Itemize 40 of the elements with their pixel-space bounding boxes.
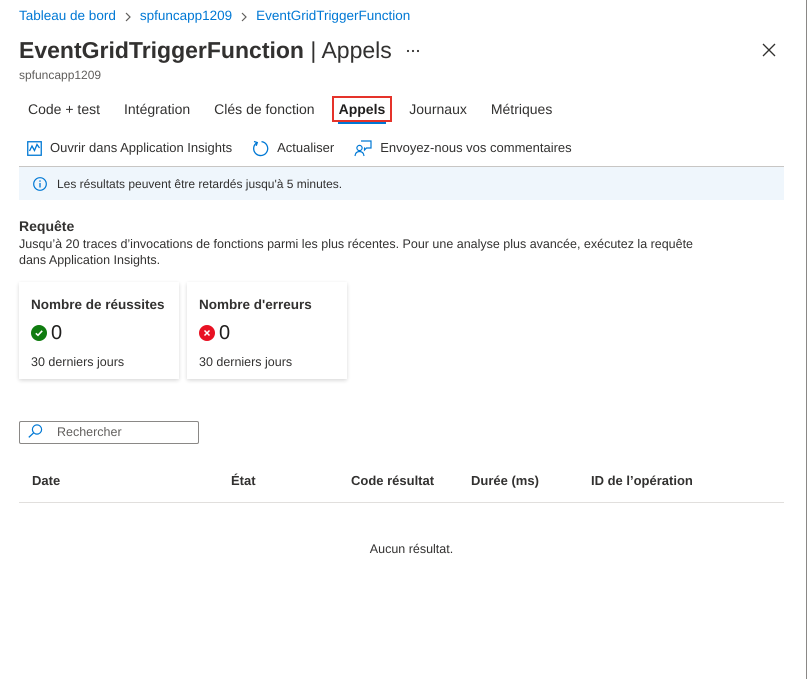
card-period: 30 derniers jours (31, 354, 124, 370)
toolbar-button[interactable]: Actualiser (252, 138, 334, 158)
page-title: EventGridTriggerFunction | Appels (19, 36, 392, 65)
column-header[interactable]: Date (32, 470, 60, 490)
tab[interactable]: Code + test (23, 98, 105, 120)
more-icon[interactable] (406, 48, 420, 54)
column-header[interactable]: Code résultat (351, 470, 434, 490)
chevron-right-icon (241, 12, 248, 22)
info-text: Les résultats peuvent être retardés jusqu'à 5 minutes. (57, 176, 342, 192)
error-circle-icon (199, 325, 215, 341)
tab[interactable]: Journaux (404, 98, 472, 120)
card-count: 0 (219, 322, 230, 344)
resource-subtitle: spfuncapp1209 (19, 67, 102, 83)
breadcrumb-link[interactable]: EventGridTriggerFunction (256, 6, 410, 27)
column-header[interactable]: État (231, 470, 256, 490)
empty-message: Aucun résultat. (370, 541, 454, 557)
toolbar-button[interactable]: Ouvrir dans Application Insights (27, 138, 232, 158)
card-title: Nombre d'erreurs (199, 296, 312, 314)
search-icon (28, 424, 43, 438)
chevron-right-icon (124, 12, 131, 22)
toolbar-button[interactable]: Envoyez-nous vos commentaires (354, 138, 572, 158)
info-icon (33, 176, 47, 190)
breadcrumb-link[interactable]: Tableau de bord (19, 6, 116, 27)
tab[interactable]: Clés de fonction (209, 98, 320, 120)
card-period: 30 derniers jours (199, 354, 292, 370)
search-field[interactable]: Rechercher (19, 420, 199, 444)
line-chart-icon (27, 140, 42, 156)
tab[interactable]: Intégration (119, 98, 196, 120)
feedback-icon (354, 140, 372, 156)
check-circle-icon (31, 325, 47, 341)
card-title: Nombre de réussites (31, 296, 165, 314)
section-heading: Requête (19, 217, 74, 235)
card-count: 0 (51, 322, 62, 344)
tab[interactable]: Métriques (486, 98, 558, 120)
close-icon[interactable] (762, 43, 776, 57)
column-header[interactable]: Durée (ms) (471, 470, 539, 490)
breadcrumb-link[interactable]: spfuncapp1209 (140, 6, 232, 27)
column-header[interactable]: ID de l’opération (591, 470, 693, 490)
refresh-icon (252, 140, 270, 156)
section-description: Jusqu’à 20 traces d’invocations de fonctions parmi les plus récentes. Pour une analyse plus avancée, exécutez la requête dans Application Insights. (19, 236, 694, 268)
